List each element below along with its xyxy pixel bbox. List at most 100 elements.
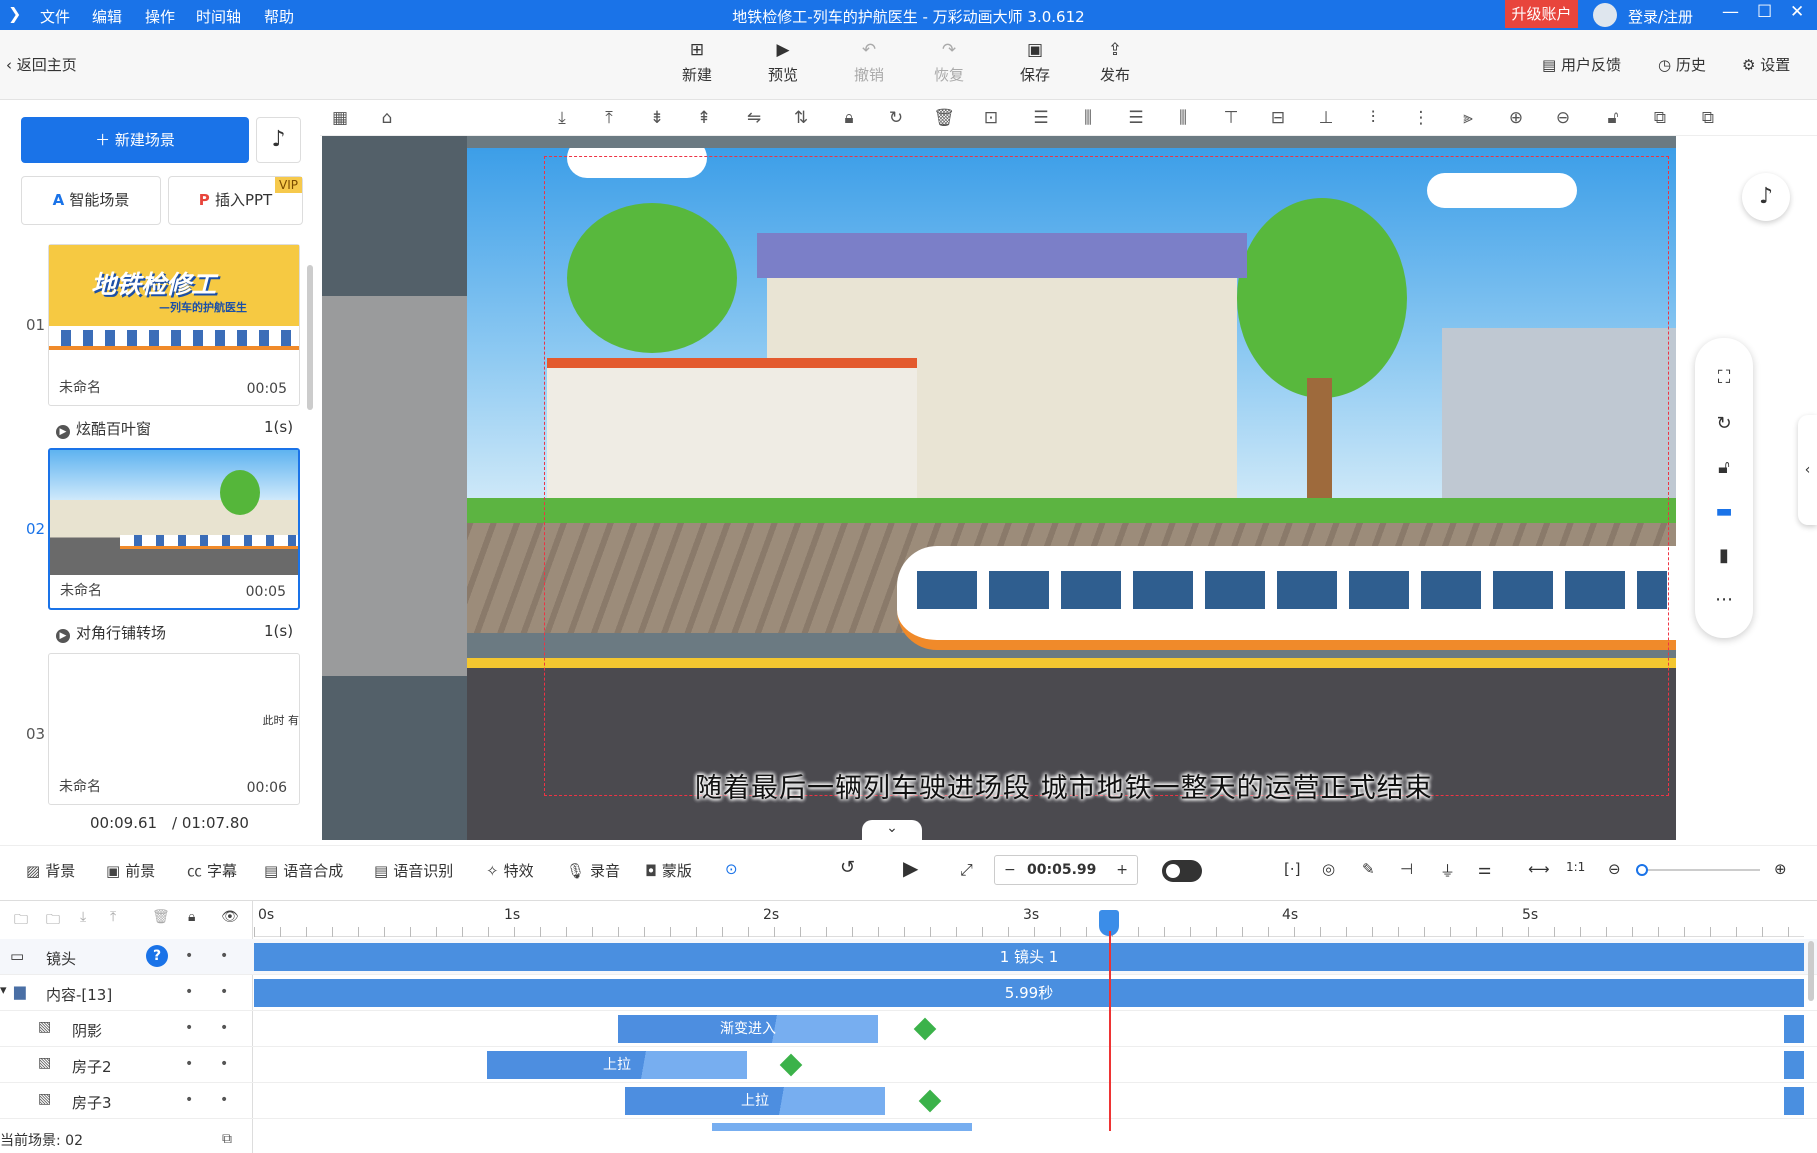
more-icon[interactable]: ⋯ [1712,588,1736,612]
group-icon[interactable]: ⊡ [980,107,1002,129]
history-button[interactable]: ◷ 历史 [1658,54,1706,75]
distribute-v-icon[interactable]: ⋮ [1410,107,1432,129]
portrait-icon[interactable]: ▮ [1712,544,1736,568]
align-left-icon[interactable]: ☰ [1030,107,1052,129]
keyframe-add-icon[interactable] [918,1089,942,1113]
camera-clip[interactable]: 1 镜头 1 [254,943,1804,971]
asr-button[interactable]: ▤ 语音识别 [374,860,453,881]
scene-list-scrollbar[interactable] [307,265,313,410]
effects-button[interactable]: ✧ 特效 [486,860,534,881]
eye-icon[interactable]: 👁︎ [221,909,239,925]
ruler-icon[interactable]: ▦ [329,107,351,129]
add-folder-icon[interactable]: 🗀︎ [14,909,28,933]
delete-icon[interactable]: 🗑︎ [933,107,955,129]
content-duration-bar[interactable]: 5.99秒 [254,979,1804,1007]
visibility-dot[interactable]: • [220,1056,228,1072]
unlock-icon[interactable]: 🔓︎ [1602,107,1624,129]
home-icon[interactable]: ⌂ [376,107,398,129]
exit-clip[interactable] [1784,1051,1804,1079]
tts-button[interactable]: ▤ 语音合成 [264,860,343,881]
zoom-slider-handle[interactable] [1636,864,1648,876]
transition-1[interactable]: ▶ 炫酷百叶窗 [56,418,151,439]
editor-canvas[interactable]: ⌄ [322,136,1676,840]
move-down-icon[interactable]: ⇟ [646,107,668,129]
timeline-scrollbar[interactable] [1808,941,1814,1001]
zoom-out-timeline-icon[interactable]: ⊖ [1608,860,1621,878]
delete-layer-icon[interactable]: 🗑︎ [152,909,170,925]
fit-screen-icon[interactable]: ⛶ [1712,366,1736,390]
minus-icon[interactable]: − [1004,856,1016,884]
layer-row[interactable]: ▧ 房子3 • • 上拉 [0,1083,1817,1119]
undo-button[interactable]: ↶ 撤销 [844,40,894,85]
bring-top-icon[interactable]: ⤒ [598,107,620,129]
music-float-button[interactable]: ♪ [1742,173,1790,221]
animation-clip[interactable]: 上拉 [487,1051,747,1079]
zoom-out-icon[interactable]: ⊖ [1552,107,1574,129]
insert-ppt-button[interactable]: P 插入PPT VIP [168,176,303,225]
preview-button[interactable]: ▶ 预览 [758,40,808,85]
scene-stage[interactable] [467,148,1676,840]
scene-card-1[interactable]: 地铁检修工 —列车的护航医生 未命名 00:05 [48,244,300,406]
canvas-subtitle[interactable]: 随着最后一辆列车驶进场段 城市地铁一整天的运营正式结束 [695,766,1433,805]
collapse-canvas-button[interactable]: ⌄ [862,820,922,840]
caption-button[interactable]: ㏄字幕 [187,860,237,881]
animation-clip[interactable]: 上拉 [625,1087,885,1115]
redo-button[interactable]: ↷ 恢复 [924,40,974,85]
scene-card-2[interactable]: 未命名 00:05 [48,448,300,610]
zoom-in-timeline-icon[interactable]: ⊕ [1774,860,1787,878]
lock-icon[interactable]: 🔒︎ [838,107,860,129]
snapshot-icon[interactable]: ◎ [1322,860,1335,878]
rotate-icon[interactable]: ↻ [1712,412,1736,436]
align-center-icon[interactable]: ⫼ [1077,107,1099,129]
record-button[interactable]: 🎙︎ 录音 [566,860,620,881]
upgrade-button[interactable]: 升级账户 [1505,0,1578,28]
publish-button[interactable]: ⇪ 发布 [1090,40,1140,85]
time-input[interactable]: 00:05.99 [1027,856,1096,884]
actual-size-icon[interactable]: 1:1 [1566,860,1585,874]
edit-icon[interactable]: ✎ [1362,860,1375,878]
save-button[interactable]: ▣ 保存 [1010,40,1060,85]
move-up-layer-icon[interactable]: ⤒ [110,909,116,925]
visibility-dot[interactable]: • [220,1020,228,1036]
login-button[interactable]: 登录/注册 [1628,6,1693,27]
foreground-button[interactable]: ▣ 前景 [106,860,155,881]
loop-toggle[interactable] [1162,860,1202,882]
distribute-icon[interactable]: ⫼ [1172,107,1194,129]
animation-clip[interactable]: 渐变进入 [618,1015,878,1043]
back-home-button[interactable]: ‹ 返回主页 [6,54,77,75]
new-scene-button[interactable]: ＋ 新建场景 [21,117,249,163]
time-stepper[interactable]: − 00:05.99 + [994,855,1138,885]
layer-row[interactable]: ▧ 阴影 • • 渐变进入 [0,1011,1817,1047]
maximize-icon[interactable]: ☐ [1757,2,1772,22]
visibility-dot[interactable]: • [220,1092,228,1108]
zoom-in-icon[interactable]: ⊕ [1505,107,1527,129]
music-button[interactable]: ♪ [256,117,301,163]
paste-icon[interactable]: ⧉ [1697,107,1719,129]
scene-card-3[interactable]: 此时 有 未命名 00:06 [48,653,300,805]
new-folder-icon[interactable]: 🗀︎ [46,909,60,933]
time-ruler[interactable]: 0s 1s 2s 3s 4s 5s [254,901,1804,937]
zoom-slider[interactable] [1636,864,1760,876]
plus-icon[interactable]: + [1116,856,1128,884]
settings-button[interactable]: ⚙ 设置 [1742,54,1790,75]
replay-icon[interactable]: ↺ [840,857,855,878]
lock-dot[interactable]: • [185,984,193,1000]
visibility-dot[interactable]: • [220,984,228,1000]
avatar-icon[interactable] [1593,3,1617,27]
animation-clip-partial[interactable] [712,1123,972,1131]
align-middle-icon[interactable]: ⊟ [1267,107,1289,129]
help-icon[interactable]: ? [146,945,168,967]
mask-button[interactable]: ◘ 蒙版 [645,860,692,881]
layer-row[interactable]: ▧ 房子2 • • 上拉 [0,1047,1817,1083]
adjust-icon[interactable]: ⚌ [1478,860,1491,878]
transition-2[interactable]: ▶ 对角行铺转场 [56,622,166,643]
new-button[interactable]: ⊞ 新建 [672,40,722,85]
bring-bottom-icon[interactable]: ⤓ [551,107,573,129]
fullscreen-icon[interactable]: ⤢ [960,860,973,880]
flip-vertical-icon[interactable]: ⇅ [790,107,812,129]
feedback-button[interactable]: ▤ 用户反馈 [1542,54,1621,75]
exit-clip[interactable] [1784,1087,1804,1115]
equal-spacing-icon[interactable]: ⫸ [1457,107,1479,129]
move-down-layer-icon[interactable]: ⤓ [80,909,86,925]
background-button[interactable]: ▨ 背景 [26,860,75,881]
